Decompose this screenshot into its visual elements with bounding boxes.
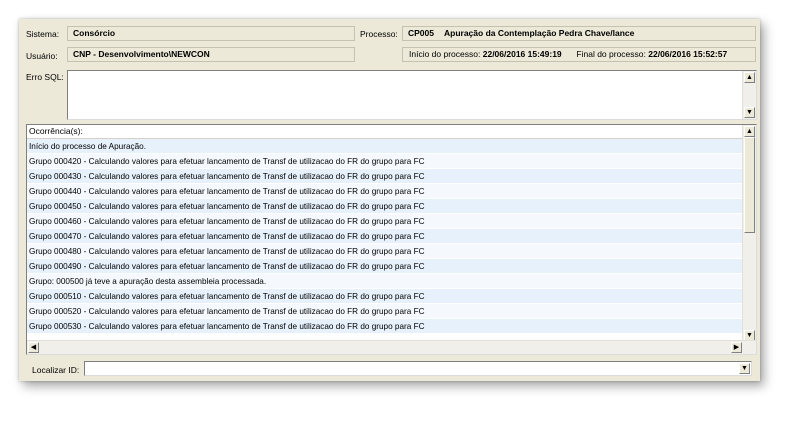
ocorrencias-list[interactable]: Ocorrência(s): Início do processo de Apu…	[26, 124, 757, 355]
scroll-up-icon[interactable]: ▲	[744, 72, 755, 83]
ocorrencias-rows: Início do processo de Apuração. Grupo 000…	[27, 139, 743, 334]
list-item[interactable]: Início do processo de Apuração.	[27, 139, 743, 154]
erro-sql-scrollbar[interactable]: ▲ ▼	[742, 71, 756, 119]
process-times-field: Início do processo: 22/06/2016 15:49:19 …	[402, 47, 756, 62]
dropdown-arrow-icon[interactable]: ▼	[739, 363, 750, 374]
processo-code: CP005	[408, 28, 434, 38]
sistema-label: Sistema:	[26, 29, 60, 39]
scroll-up-icon[interactable]: ▲	[744, 126, 755, 137]
final-value: 22/06/2016 15:52:57	[648, 49, 728, 59]
sistema-field: Consórcio	[67, 26, 355, 41]
list-item[interactable]: Grupo 000470 - Calculando valores para e…	[27, 229, 743, 244]
list-item[interactable]: Grupo 000420 - Calculando valores para e…	[27, 154, 743, 169]
list-item[interactable]: Grupo 000450 - Calculando valores para e…	[27, 199, 743, 214]
list-item[interactable]: Grupo 000490 - Calculando valores para e…	[27, 259, 743, 274]
process-window: Sistema: Consórcio Processo: CP005 Apuraç…	[19, 19, 760, 381]
list-item[interactable]: Grupo 000480 - Calculando valores para e…	[27, 244, 743, 259]
inicio-value: 22/06/2016 15:49:19	[482, 49, 562, 59]
vscroll-thumb[interactable]	[744, 137, 755, 233]
scroll-down-icon[interactable]: ▼	[744, 107, 755, 118]
ocorrencias-hscroll[interactable]: ◀ ▶	[27, 340, 756, 354]
localizar-id-input[interactable]	[87, 362, 727, 374]
localizar-id-label: Localizar ID:	[32, 365, 80, 375]
list-item[interactable]: Grupo: 000500 já teve a apuração desta a…	[27, 274, 743, 289]
localizar-id-combo[interactable]: ▼	[84, 361, 752, 376]
processo-label: Processo:	[360, 29, 398, 39]
sistema-value: Consórcio	[73, 28, 116, 38]
usuario-field: CNP - Desenvolvimento\NEWCON	[67, 47, 355, 62]
final-label: Final do processo:	[576, 49, 646, 59]
processo-name: Apuração da Contemplação Pedra Chave/lan…	[444, 28, 635, 38]
list-item[interactable]: Grupo 000530 - Calculando valores para e…	[27, 319, 743, 334]
list-item[interactable]: Grupo 000430 - Calculando valores para e…	[27, 169, 743, 184]
list-item[interactable]: Grupo 000460 - Calculando valores para e…	[27, 214, 743, 229]
ocorrencias-header: Ocorrência(s):	[27, 125, 743, 139]
scroll-right-icon[interactable]: ▶	[731, 342, 742, 353]
erro-sql-label: Erro SQL:	[26, 72, 64, 82]
usuario-value: CNP - Desenvolvimento\NEWCON	[73, 49, 210, 59]
ocorrencias-vscroll[interactable]: ▲ ▼	[742, 125, 756, 341]
list-item[interactable]: Grupo 000520 - Calculando valores para e…	[27, 304, 743, 319]
erro-sql-textarea[interactable]: ▲ ▼	[67, 70, 757, 120]
scroll-left-icon[interactable]: ◀	[28, 342, 39, 353]
list-item[interactable]: Grupo 000440 - Calculando valores para e…	[27, 184, 743, 199]
inicio-label: Início do processo:	[409, 49, 481, 59]
usuario-label: Usuário:	[26, 51, 58, 61]
processo-field: CP005 Apuração da Contemplação Pedra Chav…	[402, 26, 756, 41]
list-item[interactable]: Grupo 000510 - Calculando valores para e…	[27, 289, 743, 304]
